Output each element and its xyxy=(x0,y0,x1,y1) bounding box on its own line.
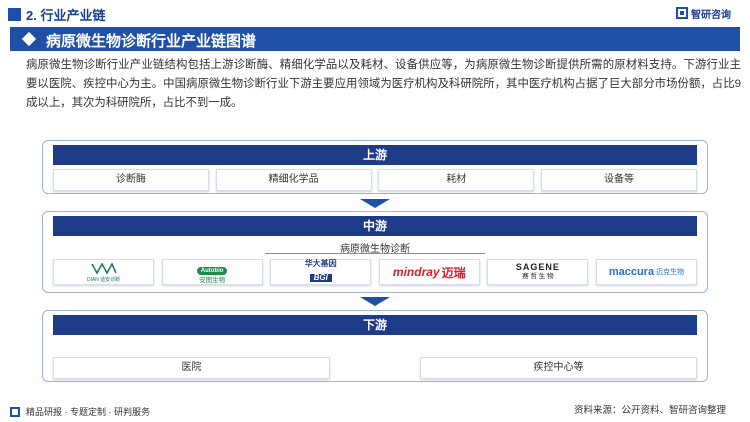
upstream-item: 诊断酶 xyxy=(53,169,209,191)
company-logo-mindray: mindray 迈瑞 xyxy=(378,259,480,285)
downstream-item: 疾控中心等 xyxy=(420,357,697,379)
upstream-header: 上游 xyxy=(53,145,697,165)
down-arrow-icon xyxy=(360,199,390,208)
downstream-section: 下游 医院 疾控中心等 xyxy=(42,310,708,382)
downstream-header: 下游 xyxy=(53,315,697,335)
maccura-logo-caption: 迈克生物 xyxy=(656,269,685,276)
downstream-item: 医院 xyxy=(53,357,330,379)
company-logo-autobio: Autobio 安图生物 xyxy=(161,259,263,285)
title-banner: 病原微生物诊断行业产业链图谱 xyxy=(10,27,740,51)
midstream-section: 中游 病原微生物诊断 DIAN 迪安诊断 Autobio 安图生物 华大基因 B… xyxy=(42,211,708,293)
brand-logo-icon xyxy=(676,7,688,19)
company-logo-maccura: maccura 迈克生物 xyxy=(595,259,697,285)
diamond-icon xyxy=(21,31,37,47)
page-title: 病原微生物诊断行业产业链图谱 xyxy=(46,33,257,50)
upstream-items: 诊断酶 精细化学品 耗材 设备等 xyxy=(53,169,697,191)
maccura-logo-text: maccura xyxy=(608,266,655,278)
source-note: 资料来源：公开资料、智研咨询整理 xyxy=(574,405,727,416)
sagene-logo-text: SAGENE xyxy=(515,262,560,273)
brand-logo: 智研咨询 xyxy=(676,5,731,21)
bgi-logo-caption: BGI xyxy=(309,274,332,282)
bgi-logo-text: 华大基因 xyxy=(304,259,337,268)
footer-tagline: 精品研报 · 专题定制 · 研判服务 xyxy=(10,405,150,418)
midstream-header: 中游 xyxy=(53,216,697,236)
upstream-section: 上游 诊断酶 精细化学品 耗材 设备等 xyxy=(42,140,708,194)
autobio-logo-text: Autobio xyxy=(196,266,228,275)
downstream-items: 医院 疾控中心等 xyxy=(53,357,697,379)
section-title: 2. 行业产业链 xyxy=(26,8,106,23)
upstream-item: 设备等 xyxy=(540,169,697,191)
footer-logo-icon xyxy=(10,406,20,417)
mindray-logo-caption: 迈瑞 xyxy=(441,265,466,280)
company-logo-dian: DIAN 迪安诊断 xyxy=(53,259,154,285)
brand-name: 智研咨询 xyxy=(691,9,731,21)
sagene-logo-caption: 赛 哲 生 物 xyxy=(522,273,554,281)
footer-tagline-text: 精品研报 · 专题定制 · 研判服务 xyxy=(26,407,150,417)
dian-logo-caption: DIAN 迪安诊断 xyxy=(86,276,121,283)
mindray-logo-text: mindray xyxy=(392,265,440,279)
company-logo-sagene: SAGENE 赛 哲 生 物 xyxy=(487,259,589,285)
section-marker-icon xyxy=(8,8,21,21)
intro-paragraph: 病原微生物诊断行业产业链结构包括上游诊断酶、精细化学品以及耗材、设备供应等，为病… xyxy=(26,59,741,109)
midstream-logos: DIAN 迪安诊断 Autobio 安图生物 华大基因 BGI mindray … xyxy=(53,259,697,285)
upstream-item: 精细化学品 xyxy=(215,169,372,191)
company-logo-bgi: 华大基因 BGI xyxy=(270,259,372,285)
autobio-logo-caption: 安图生物 xyxy=(199,276,226,284)
divider xyxy=(265,253,485,254)
dian-logo-icon xyxy=(90,261,117,275)
down-arrow-icon xyxy=(360,297,390,306)
upstream-item: 耗材 xyxy=(378,169,535,191)
